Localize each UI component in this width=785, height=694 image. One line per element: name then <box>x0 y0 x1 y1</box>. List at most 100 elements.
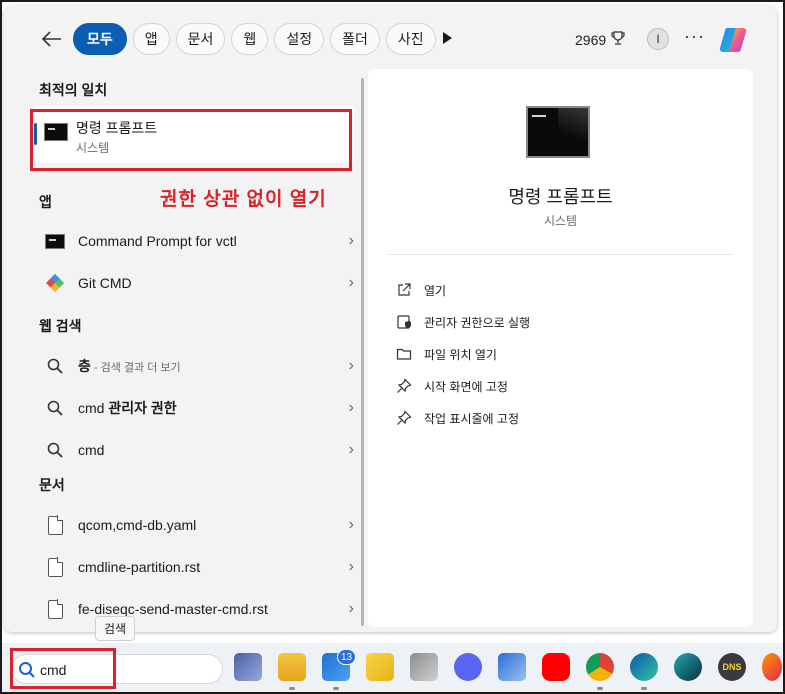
selection-accent <box>34 123 37 145</box>
filter-apps[interactable]: 앱 <box>132 23 170 55</box>
running-indicator <box>597 687 603 690</box>
more-options-icon[interactable]: ··· <box>684 26 705 47</box>
command-prompt-icon <box>42 233 68 249</box>
app-result-command-prompt-vctl[interactable]: Command Prompt for vctl › <box>34 220 354 262</box>
running-indicator <box>641 687 647 690</box>
search-topbar: 모두 앱 문서 웹 설정 폴더 사진 2969 I ··· <box>4 6 777 68</box>
taskbar-search-input[interactable] <box>40 660 210 680</box>
running-indicator <box>289 687 295 690</box>
taskbar-app-icon[interactable] <box>234 653 262 681</box>
action-open[interactable]: 열기 <box>396 277 446 303</box>
folder-icon <box>396 348 412 360</box>
document-name: cmdline-partition.rst <box>78 559 201 575</box>
best-match-heading: 최적의 일치 <box>39 82 108 98</box>
web-search-heading: 웹 검색 <box>39 318 82 334</box>
best-match-command-prompt[interactable]: 명령 프롬프트 시스템 <box>34 105 354 163</box>
rewards-points[interactable]: 2969 <box>575 30 626 49</box>
filter-web[interactable]: 웹 <box>231 23 269 55</box>
preview-divider <box>388 254 733 255</box>
document-name: fe-diseqc-send-master-cmd.rst <box>78 601 268 617</box>
network-app-icon[interactable] <box>498 653 526 681</box>
admin-shield-icon <box>397 315 411 329</box>
web-result-cmd-admin[interactable]: cmd 관리자 권한 › <box>34 387 354 429</box>
web-result-more[interactable]: 층 - 검색 결과 더 보기 › <box>34 345 354 387</box>
action-run-as-admin[interactable]: 관리자 권한으로 실행 <box>396 309 530 335</box>
document-icon <box>42 557 68 577</box>
chrome-icon[interactable] <box>586 653 614 681</box>
filter-folders[interactable]: 폴더 <box>330 23 380 55</box>
firefox-icon[interactable] <box>762 653 782 681</box>
document-icon <box>42 515 68 535</box>
notification-badge: 13 <box>337 649 357 665</box>
copilot-icon[interactable] <box>717 24 749 56</box>
search-icon <box>42 400 68 416</box>
app-result-label: Git CMD <box>78 275 132 291</box>
action-label: 파일 위치 열기 <box>424 347 497 362</box>
back-arrow-icon[interactable] <box>37 26 67 52</box>
filter-chips: 모두 앱 문서 웹 설정 폴더 사진 <box>73 23 436 55</box>
chevron-right-icon[interactable]: › <box>349 232 354 250</box>
chevron-right-icon[interactable]: › <box>349 600 354 618</box>
discord-icon[interactable] <box>454 653 482 681</box>
lock-app-icon[interactable] <box>366 653 394 681</box>
taskbar: 13 DNS <box>2 643 783 692</box>
app-result-git-cmd[interactable]: Git CMD › <box>34 262 354 304</box>
best-match-title: 명령 프롬프트 <box>76 120 158 136</box>
screen-capture-icon[interactable] <box>410 653 438 681</box>
search-icon <box>18 661 36 684</box>
filter-all[interactable]: 모두 <box>73 23 127 55</box>
search-icon <box>42 442 68 458</box>
apps-heading: 앱 <box>39 194 52 210</box>
chevron-right-icon[interactable]: › <box>349 274 354 292</box>
web-result-text: cmd 관리자 권한 <box>78 400 177 416</box>
documents-heading: 문서 <box>39 477 65 493</box>
app-result-label: Command Prompt for vctl <box>78 233 237 249</box>
start-search-panel: 모두 앱 문서 웹 설정 폴더 사진 2969 I ··· 최적의 일치 명령 … <box>4 6 777 632</box>
action-open-file-location[interactable]: 파일 위치 열기 <box>396 341 497 367</box>
taskbar-search-box[interactable] <box>11 654 223 684</box>
web-result-text: cmd <box>78 442 105 458</box>
filter-settings[interactable]: 설정 <box>274 23 325 55</box>
best-match-subtitle: 시스템 <box>76 141 110 155</box>
chevron-right-icon[interactable]: › <box>349 516 354 534</box>
pin-icon <box>397 410 412 425</box>
action-pin-to-taskbar[interactable]: 작업 표시줄에 고정 <box>396 405 519 431</box>
open-external-icon <box>398 283 411 296</box>
web-result-cmd[interactable]: cmd › <box>34 429 354 471</box>
search-icon <box>42 358 68 374</box>
chevron-right-icon[interactable]: › <box>349 357 354 375</box>
dns-app-icon[interactable]: DNS <box>718 653 746 681</box>
file-explorer-icon[interactable] <box>278 653 306 681</box>
document-result[interactable]: qcom,cmd-db.yaml › <box>34 504 354 546</box>
command-prompt-icon <box>44 123 68 141</box>
chevron-right-icon[interactable]: › <box>349 399 354 417</box>
command-prompt-large-icon <box>526 106 590 158</box>
search-tooltip: 검색 <box>95 616 136 641</box>
rewards-trophy-icon <box>610 30 626 49</box>
results-scrollbar[interactable] <box>361 78 364 626</box>
preview-subtitle: 시스템 <box>543 214 578 228</box>
action-label: 시작 화면에 고정 <box>424 379 508 394</box>
profile-avatar[interactable]: I <box>647 28 669 50</box>
action-label: 작업 표시줄에 고정 <box>424 411 519 426</box>
running-indicator <box>333 687 339 690</box>
edge-icon[interactable] <box>630 653 658 681</box>
action-pin-to-start[interactable]: 시작 화면에 고정 <box>396 373 508 399</box>
results-list: 최적의 일치 명령 프롬프트 시스템 앱 Command Prompt for … <box>30 68 360 632</box>
more-filters-play-icon[interactable] <box>441 31 453 45</box>
document-result[interactable]: fe-diseqc-send-master-cmd.rst › <box>34 588 354 630</box>
chevron-right-icon[interactable]: › <box>349 441 354 459</box>
annotation-text: 권한 상관 없이 열기 <box>160 189 327 210</box>
rewards-points-value: 2969 <box>575 31 607 48</box>
pin-icon <box>397 378 412 393</box>
document-result[interactable]: cmdline-partition.rst › <box>34 546 354 588</box>
preview-title: 명령 프롬프트 <box>508 187 613 207</box>
filter-documents[interactable]: 문서 <box>175 23 226 55</box>
filter-photos[interactable]: 사진 <box>385 23 436 55</box>
web-result-text: 층 - 검색 결과 더 보기 <box>78 358 181 374</box>
document-icon <box>42 599 68 619</box>
document-name: qcom,cmd-db.yaml <box>78 517 197 533</box>
chevron-right-icon[interactable]: › <box>349 558 354 576</box>
app-icon[interactable] <box>674 653 702 681</box>
youtube-icon[interactable] <box>542 653 570 681</box>
